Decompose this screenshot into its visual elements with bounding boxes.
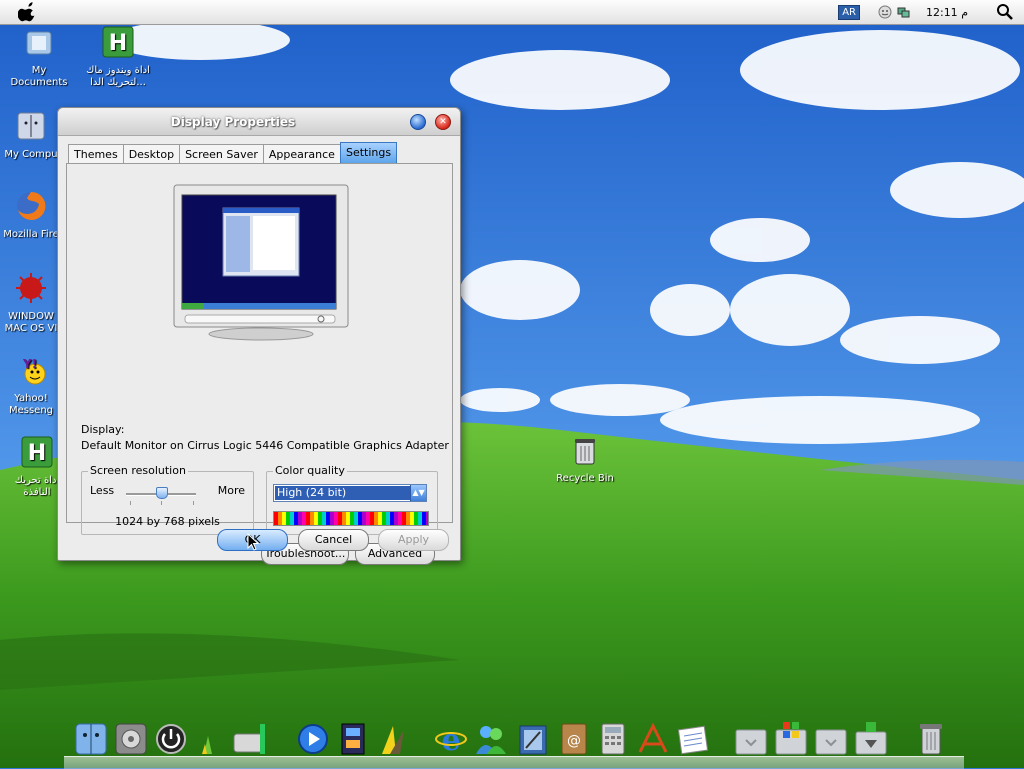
input-language-indicator[interactable]: AR	[838, 4, 860, 20]
resolution-more-label: More	[217, 484, 245, 497]
color-spectrum-preview	[273, 511, 429, 526]
dock-folder-icon[interactable]	[814, 720, 848, 756]
resolution-slider-thumb[interactable]	[156, 487, 168, 499]
desktop-icon-my-documents[interactable]: My Documents	[2, 26, 76, 89]
display-label: Display:	[81, 423, 125, 436]
svg-text:H: H	[109, 31, 127, 56]
graph-icon[interactable]	[194, 720, 228, 756]
resolution-slider-ticks	[130, 501, 194, 505]
desktop-icon-windows-mac-os[interactable]: WINDOW MAC OS VI	[0, 272, 62, 335]
desktop-icon-label: اداة ويندوز ماك لتحريك الدا...	[86, 65, 150, 88]
yahoo-messenger-icon: Y!	[22, 357, 46, 385]
tab-appearance[interactable]: Appearance	[262, 144, 341, 164]
power-icon[interactable]	[154, 720, 188, 756]
trash-icon[interactable]	[914, 720, 948, 756]
notes-icon[interactable]	[676, 720, 710, 756]
dashboard-icon[interactable]	[376, 720, 410, 756]
calculator-icon[interactable]	[596, 720, 630, 756]
tab-themes[interactable]: Themes	[68, 144, 124, 164]
messenger-icon[interactable]	[474, 720, 508, 756]
display-properties-dialog: Display Properties ✕ Themes Desktop Scre…	[57, 107, 461, 565]
tab-desktop[interactable]: Desktop	[122, 144, 181, 164]
tab-strip: Themes Desktop Screen Saver Appearance S…	[68, 142, 398, 164]
red-virus-icon	[16, 273, 46, 303]
dialog-titlebar[interactable]: Display Properties ✕	[58, 108, 460, 136]
screen-resolution-title: Screen resolution	[88, 464, 188, 477]
dock-shelf	[64, 756, 964, 769]
folder-documents-icon	[26, 31, 52, 55]
clock[interactable]: 12:11 م	[926, 6, 968, 19]
color-quality-value: High (24 bit)	[275, 486, 411, 500]
svg-text:e: e	[441, 723, 460, 756]
desktop-icon-recycle-bin[interactable]: Recycle Bin	[548, 436, 622, 485]
messenger-status-icon[interactable]	[878, 5, 892, 19]
desktop-icon-label: My Compu	[4, 149, 58, 160]
cancel-button[interactable]: Cancel	[298, 529, 369, 551]
desktop-icon-label: Recycle Bin	[556, 473, 614, 484]
mail-icon[interactable]	[516, 720, 550, 756]
resolution-value: 1024 by 768 pixels	[115, 515, 220, 528]
dock-folder-icon[interactable]	[734, 720, 768, 756]
color-quality-group: Color quality High (24 bit) ▲▼	[266, 464, 438, 535]
windows-logo-icon[interactable]	[774, 720, 808, 756]
system-preferences-icon[interactable]	[114, 720, 148, 756]
media-player-icon[interactable]	[296, 720, 330, 756]
firefox-icon	[17, 191, 46, 220]
close-icon: ✕	[439, 117, 447, 127]
tab-screen-saver[interactable]: Screen Saver	[179, 144, 264, 164]
address-book-icon[interactable]: @	[556, 720, 590, 756]
finder-computer-icon	[17, 112, 45, 140]
dialog-title: Display Properties	[170, 115, 296, 129]
chevron-down-icon[interactable]: ▲▼	[410, 485, 426, 501]
dock: e @	[0, 718, 1024, 769]
film-icon[interactable]	[336, 720, 370, 756]
h-app-icon: H	[102, 26, 134, 58]
desktop-icon-mac-tool[interactable]: H اداة ويندوز ماك لتحريك الدا...	[80, 26, 156, 89]
mouse-pointer-icon	[247, 533, 259, 551]
desktop-icon-my-computer[interactable]: My Compu	[0, 110, 62, 161]
help-button[interactable]	[410, 114, 426, 130]
svg-text:@: @	[567, 733, 581, 749]
svg-text:Y!: Y!	[22, 357, 37, 371]
screen-resolution-group: Screen resolution Less More 1024 by 768 …	[81, 464, 254, 535]
app-store-icon[interactable]	[636, 720, 670, 756]
resolution-less-label: Less	[90, 484, 115, 497]
menu-bar: AR 12:11 م	[0, 0, 1024, 25]
color-quality-title: Color quality	[273, 464, 347, 477]
monitor-preview-icon	[173, 184, 349, 341]
downloads-icon[interactable]	[854, 720, 888, 756]
spotlight-search-icon[interactable]	[996, 3, 1014, 21]
drive-icon[interactable]	[232, 720, 266, 756]
apply-button[interactable]: Apply	[378, 529, 449, 551]
svg-text:H: H	[28, 441, 46, 466]
settings-panel: Display: Default Monitor on Cirrus Logic…	[66, 163, 453, 565]
h-app-icon: H	[21, 436, 53, 468]
tab-settings[interactable]: Settings	[339, 142, 398, 164]
apple-menu-icon[interactable]	[18, 2, 38, 22]
network-icon[interactable]	[896, 5, 910, 19]
internet-explorer-icon[interactable]: e	[434, 720, 468, 756]
finder-icon[interactable]	[74, 720, 108, 756]
desktop-icon-yahoo-messenger[interactable]: Y! Yahoo! Messeng	[0, 354, 62, 417]
desktop-icon-label: Yahoo! Messeng	[8, 393, 54, 416]
desktop-icon-label: WINDOW MAC OS VI	[4, 311, 58, 334]
desktop-icon-label: Mozilla Fire	[3, 229, 59, 240]
recycle-bin-icon	[575, 439, 595, 465]
desktop-icon-label: My Documents	[10, 65, 68, 88]
desktop-icon-firefox[interactable]: Mozilla Fire	[0, 190, 62, 241]
display-adapter-name: Default Monitor on Cirrus Logic 5446 Com…	[81, 439, 449, 452]
color-quality-select[interactable]: High (24 bit) ▲▼	[273, 484, 427, 502]
close-button[interactable]: ✕	[435, 114, 451, 130]
